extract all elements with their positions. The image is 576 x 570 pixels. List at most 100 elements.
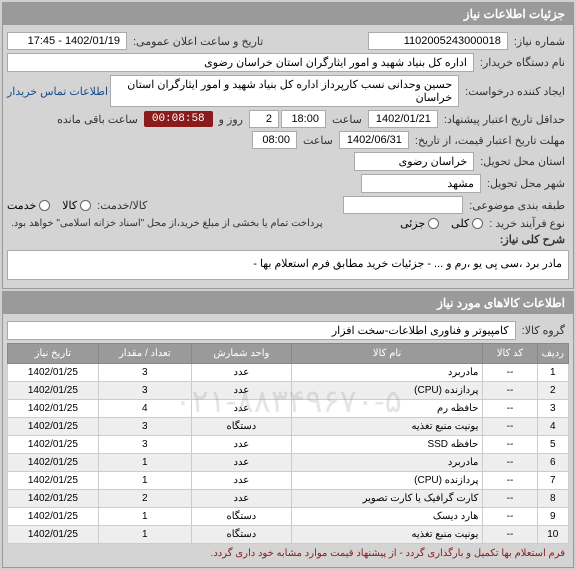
cell-date: 1402/01/25 xyxy=(8,472,99,490)
cell-date: 1402/01/25 xyxy=(8,382,99,400)
cell-date: 1402/01/25 xyxy=(8,364,99,382)
radio-full-label: کلی xyxy=(451,217,469,230)
province-label: استان محل تحویل: xyxy=(476,155,569,168)
cell-r: 8 xyxy=(537,490,568,508)
cell-qty: 2 xyxy=(98,490,191,508)
cell-code: -- xyxy=(483,508,537,526)
validity-label: مهلت تاریخ اعتبار قیمت، از تاریخ: xyxy=(411,134,569,147)
radio-goods[interactable]: کالا xyxy=(62,199,91,212)
cell-unit: دستگاه xyxy=(191,526,291,544)
time-label-1: ساعت xyxy=(328,113,366,126)
validity-time: 08:00 xyxy=(252,131,297,149)
cell-date: 1402/01/25 xyxy=(8,508,99,526)
announce-value: 1402/01/19 - 17:45 xyxy=(7,32,127,50)
cell-unit: عدد xyxy=(191,400,291,418)
th-date: تاریخ نیاز xyxy=(8,344,99,364)
deadline-date: 1402/01/21 xyxy=(368,110,438,128)
radio-icon xyxy=(80,200,91,211)
table-row: 4--یونیت منبع تغذیهدستگاه31402/01/25 xyxy=(8,418,569,436)
cell-qty: 1 xyxy=(98,526,191,544)
cell-r: 7 xyxy=(537,472,568,490)
cell-code: -- xyxy=(483,382,537,400)
contact-link[interactable]: اطلاعات تماس خریدار xyxy=(7,85,108,98)
th-name: نام کالا xyxy=(291,344,483,364)
cell-name: حافظه رم xyxy=(291,400,483,418)
cell-qty: 4 xyxy=(98,400,191,418)
radio-service-label: خدمت xyxy=(7,199,36,212)
announce-label: تاریخ و ساعت اعلان عمومی: xyxy=(129,35,267,48)
cell-code: -- xyxy=(483,418,537,436)
panel-title: جزئیات اطلاعات نیاز xyxy=(3,3,573,25)
cell-date: 1402/01/25 xyxy=(8,454,99,472)
cell-r: 3 xyxy=(537,400,568,418)
cell-qty: 3 xyxy=(98,436,191,454)
cell-code: -- xyxy=(483,400,537,418)
desc-label: شرح کلی نیاز: xyxy=(496,233,569,246)
cell-qty: 3 xyxy=(98,364,191,382)
city-value: مشهد xyxy=(361,174,481,193)
cell-r: 4 xyxy=(537,418,568,436)
cell-date: 1402/01/25 xyxy=(8,400,99,418)
countdown-timer: 00:08:58 xyxy=(144,111,213,127)
group-label: گروه کالا: xyxy=(518,324,569,337)
buyer-label: نام دستگاه خریدار: xyxy=(476,56,569,69)
cell-name: پردازنده (CPU) xyxy=(291,382,483,400)
radio-partial[interactable]: جزئی xyxy=(400,217,439,230)
deadline-label: حداقل تاریخ اعتبار پیشنهاد: xyxy=(440,113,569,126)
table-row: 1--مادربردعدد31402/01/25 xyxy=(8,364,569,382)
cell-qty: 1 xyxy=(98,472,191,490)
description-box: مادر برد ،سی پی یو ،رم و ... - جزئیات خر… xyxy=(7,250,569,280)
creator-value: حسین وحدانی نسب کارپرداز اداره کل بنیاد … xyxy=(110,75,459,107)
cell-name: یونیت منبع تغذیه xyxy=(291,418,483,436)
table-row: 10--یونیت منبع تغذیهدستگاه11402/01/25 xyxy=(8,526,569,544)
th-code: کد کالا xyxy=(483,344,537,364)
cell-qty: 1 xyxy=(98,454,191,472)
buy-type-label: نوع فرآیند خرید : xyxy=(485,217,569,230)
cell-r: 5 xyxy=(537,436,568,454)
cell-name: پردازنده (CPU) xyxy=(291,472,483,490)
validity-date: 1402/06/31 xyxy=(339,131,409,149)
items-table: ردیف کد کالا نام کالا واحد شمارش تعداد /… xyxy=(7,343,569,544)
radio-goods-label: کالا xyxy=(62,199,77,212)
cell-date: 1402/01/25 xyxy=(8,490,99,508)
cell-name: مادربرد xyxy=(291,364,483,382)
deadline-days: 2 xyxy=(249,110,279,128)
cell-name: یونیت منبع تغذیه xyxy=(291,526,483,544)
table-row: 5--حافظه SSDعدد31402/01/25 xyxy=(8,436,569,454)
creator-label: ایجاد کننده درخواست: xyxy=(461,85,569,98)
radio-full[interactable]: کلی xyxy=(451,217,483,230)
buyer-value: اداره کل بنیاد شهید و امور ایثارگران است… xyxy=(7,53,474,72)
cell-code: -- xyxy=(483,472,537,490)
cell-name: حافظه SSD xyxy=(291,436,483,454)
cell-code: -- xyxy=(483,436,537,454)
radio-service[interactable]: خدمت xyxy=(7,199,50,212)
cell-date: 1402/01/25 xyxy=(8,436,99,454)
radio-icon xyxy=(428,218,439,229)
cell-code: -- xyxy=(483,526,537,544)
cell-unit: عدد xyxy=(191,436,291,454)
table-row: 2--پردازنده (CPU)عدد31402/01/25 xyxy=(8,382,569,400)
service-label: کالا/خدمت: xyxy=(93,199,151,212)
cell-name: مادربرد xyxy=(291,454,483,472)
class-value xyxy=(343,196,463,214)
cell-unit: عدد xyxy=(191,472,291,490)
cell-name: کارت گرافیک یا کارت تصویر xyxy=(291,490,483,508)
table-row: 7--پردازنده (CPU)عدد11402/01/25 xyxy=(8,472,569,490)
payment-note: پرداخت تمام یا بخشی از مبلغ خرید،از محل … xyxy=(7,218,327,229)
cell-code: -- xyxy=(483,364,537,382)
cell-r: 10 xyxy=(537,526,568,544)
cell-qty: 1 xyxy=(98,508,191,526)
cell-r: 6 xyxy=(537,454,568,472)
cell-unit: عدد xyxy=(191,490,291,508)
cell-code: -- xyxy=(483,490,537,508)
items-panel-title: اطلاعات کالاهای مورد نیاز xyxy=(3,292,573,314)
table-row: 6--مادربردعدد11402/01/25 xyxy=(8,454,569,472)
cell-r: 1 xyxy=(537,364,568,382)
cell-unit: عدد xyxy=(191,364,291,382)
cell-date: 1402/01/25 xyxy=(8,526,99,544)
class-label: طبقه بندی موضوعی: xyxy=(465,199,569,212)
th-unit: واحد شمارش xyxy=(191,344,291,364)
table-row: 3--حافظه رمعدد41402/01/25 xyxy=(8,400,569,418)
cell-unit: عدد xyxy=(191,454,291,472)
province-value: خراسان رضوی xyxy=(354,152,474,171)
